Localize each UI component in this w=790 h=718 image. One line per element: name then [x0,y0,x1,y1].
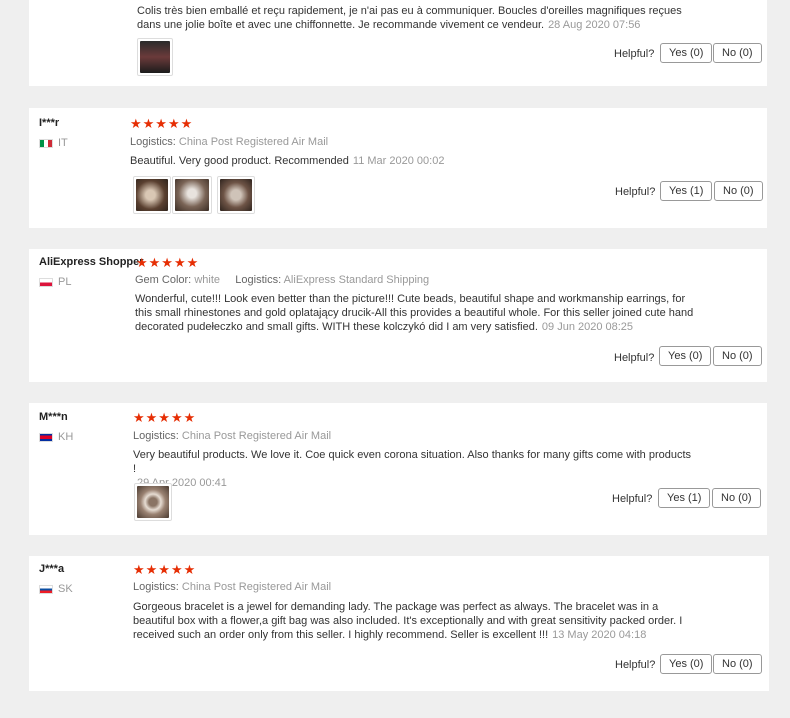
review-card: Colis très bien emballé et reçu rapideme… [29,0,767,86]
review-text: Colis très bien emballé et reçu rapideme… [137,5,682,31]
review-card: I***r IT ★★★★★ Logistics: China Post Reg… [29,108,767,228]
helpful-yes-button[interactable]: Yes (0) [660,43,713,63]
rating-stars: ★★★★★ [133,410,197,425]
review-text: Gorgeous bracelet is a jewel for demandi… [133,601,683,641]
product-info: Gem Color: white Logistics: AliExpress S… [135,274,430,286]
flag-icon [39,584,53,594]
review-date: 13 May 2020 04:18 [552,629,647,641]
reviewer-country: KH [39,431,73,443]
helpful-no-button[interactable]: No (0) [714,181,763,201]
reviewer-country: SK [39,583,73,595]
reviewer-country: IT [39,137,68,149]
rating-stars: ★★★★★ [130,116,194,131]
review-photo[interactable] [133,176,171,214]
review-text: Very beautiful products. We love it. Coe… [133,449,692,489]
helpful-label: Helpful? [614,48,655,60]
review-text: Wonderful, cute!!! Look even better than… [135,293,694,333]
review-photo[interactable] [172,176,212,214]
logistics-info: Logistics: China Post Registered Air Mai… [133,581,332,593]
logistics-info: Logistics: China Post Registered Air Mai… [130,136,329,148]
helpful-label: Helpful? [615,659,656,671]
review-date: 09 Jun 2020 08:25 [541,321,634,333]
flag-icon [39,432,53,442]
review-date: 28 Aug 2020 07:56 [548,19,641,31]
reviewer-name: M***n [39,411,68,423]
rating-stars: ★★★★★ [136,255,200,270]
rating-stars: ★★★★★ [133,562,197,577]
review-photo[interactable] [137,38,173,76]
reviewer-country: PL [39,276,71,288]
reviewer-name: I***r [39,117,60,129]
helpful-no-button[interactable]: No (0) [713,43,762,63]
reviewer-name: J***a [39,563,65,575]
helpful-no-button[interactable]: No (0) [713,654,762,674]
helpful-yes-button[interactable]: Yes (1) [658,488,711,508]
helpful-no-button[interactable]: No (0) [713,346,762,366]
review-card: AliExpress Shopper PL ★★★★★ Gem Color: w… [29,249,767,382]
helpful-yes-button[interactable]: Yes (0) [660,654,713,674]
helpful-yes-button[interactable]: Yes (1) [660,181,713,201]
helpful-no-button[interactable]: No (0) [712,488,761,508]
review-text: Beautiful. Very good product. Recommende… [130,155,445,167]
helpful-yes-button[interactable]: Yes (0) [659,346,712,366]
helpful-label: Helpful? [612,493,653,505]
helpful-label: Helpful? [615,186,656,198]
review-card: M***n KH ★★★★★ Logistics: China Post Reg… [29,403,767,535]
review-card: J***a SK ★★★★★ Logistics: China Post Reg… [29,556,769,691]
flag-icon [39,138,53,148]
reviewer-name: AliExpress Shopper [39,256,144,268]
flag-icon [39,277,53,287]
review-photo[interactable] [134,483,172,521]
review-photo[interactable] [217,176,255,214]
logistics-info: Logistics: China Post Registered Air Mai… [133,430,332,442]
review-date: 11 Mar 2020 00:02 [352,155,445,167]
helpful-label: Helpful? [614,352,655,364]
